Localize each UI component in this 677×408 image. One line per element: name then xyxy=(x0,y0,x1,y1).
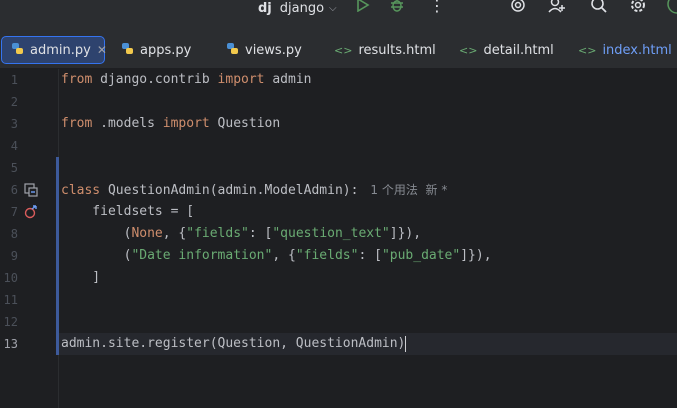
keyword: import xyxy=(217,72,265,87)
html-icon: <> xyxy=(459,43,478,57)
settings-icon[interactable] xyxy=(629,0,647,14)
python-icon xyxy=(226,42,239,58)
line-number: 3 xyxy=(10,117,18,131)
line-number: 7 xyxy=(10,205,18,219)
line-number: 1 xyxy=(10,73,18,87)
code-text: : [ xyxy=(248,226,273,241)
line-number: 10 xyxy=(3,271,18,285)
html-icon: <> xyxy=(578,43,597,57)
override-icon[interactable] xyxy=(24,205,38,219)
main-toolbar: dj django ⌵ ⋮ xyxy=(0,0,677,32)
code-text: , { xyxy=(272,248,296,263)
tab-views-py[interactable]: views.py xyxy=(226,36,302,64)
usage-hint[interactable]: 1 个用法 新 * xyxy=(370,183,447,197)
code-line-7: fieldsets = [ xyxy=(61,204,195,219)
html-icon: <> xyxy=(334,43,353,57)
line-number: 6 xyxy=(10,183,18,197)
python-icon xyxy=(121,42,134,58)
keyword: None xyxy=(131,226,163,241)
tab-results-html[interactable]: <> results.html xyxy=(334,36,436,64)
line-number: 2 xyxy=(10,95,18,109)
module-path: django.contrib xyxy=(92,72,218,87)
keyword: class xyxy=(61,183,101,198)
import-name: admin xyxy=(264,72,312,87)
keyword: from xyxy=(61,72,93,87)
code-line-3: from .models import Question xyxy=(61,113,280,135)
line-number: 8 xyxy=(10,227,18,241)
line-number: 13 xyxy=(3,337,18,351)
code-text: ( xyxy=(61,248,132,263)
module-path: .models xyxy=(92,116,163,131)
tab-admin-py[interactable]: admin.py ✕ xyxy=(1,36,107,64)
code-text: admin.site.register(Question, QuestionAd… xyxy=(61,336,406,351)
tab-label: views.py xyxy=(245,42,302,58)
avatar-icon[interactable] xyxy=(666,0,677,14)
code-line-6: class QuestionAdmin(admin.ModelAdmin): 1 … xyxy=(61,179,447,201)
tab-label: admin.py xyxy=(30,42,91,58)
tab-apps-py[interactable]: apps.py xyxy=(121,36,191,64)
debug-icon[interactable] xyxy=(389,0,405,13)
project-badge: dj xyxy=(258,0,272,16)
string-literal: "question_text" xyxy=(272,226,390,241)
code-text: ( xyxy=(61,226,132,241)
python-icon xyxy=(11,42,24,58)
line-number: 11 xyxy=(3,293,18,307)
tab-detail-html[interactable]: <> detail.html xyxy=(459,36,554,64)
tab-label: index.html xyxy=(602,42,672,58)
line-number: 4 xyxy=(10,139,18,153)
class-declaration: QuestionAdmin(admin.ModelAdmin): xyxy=(100,183,359,198)
code-line-8: (None, {"fields": ["question_text"]}), xyxy=(61,223,421,245)
line-number: 5 xyxy=(10,161,18,175)
code-line-13: admin.site.register(Question, QuestionAd… xyxy=(61,333,407,355)
string-literal: "fields" xyxy=(186,226,249,241)
string-literal: "Date information" xyxy=(131,248,273,263)
string-literal: "pub_date" xyxy=(381,248,461,263)
chevron-down-icon: ⌵ xyxy=(329,2,337,14)
tab-label: results.html xyxy=(358,42,436,58)
run-icon[interactable] xyxy=(356,0,370,12)
keyword: import xyxy=(162,116,210,131)
code-line-10: ] xyxy=(61,270,101,285)
string-literal: "fields" xyxy=(295,248,359,263)
tab-index-html[interactable]: <> index.html xyxy=(578,36,672,64)
add-user-icon[interactable] xyxy=(548,0,566,14)
tab-label: detail.html xyxy=(483,42,554,58)
line-number: 9 xyxy=(10,249,18,263)
spiral-icon[interactable] xyxy=(509,0,527,14)
editor-tabs: admin.py ✕ apps.py views.py <> results.h… xyxy=(0,32,677,69)
keyword: from xyxy=(61,116,93,131)
line-number: 12 xyxy=(3,315,18,329)
code-text: : [ xyxy=(358,248,382,263)
close-icon[interactable]: ✕ xyxy=(97,43,107,57)
import-name: Question xyxy=(209,116,281,131)
code-text: ]}), xyxy=(389,226,422,241)
tab-label: apps.py xyxy=(140,42,192,58)
code-line-1: from django.contrib import admin xyxy=(61,69,311,91)
text-cursor xyxy=(405,335,407,352)
line-gutter: 1 2 3 4 5 6 7 8 9 10 11 12 13 xyxy=(0,69,59,408)
project-name: django xyxy=(279,0,325,16)
implemented-override-icon[interactable] xyxy=(24,183,38,197)
vcs-change-marker xyxy=(56,157,59,355)
project-selector[interactable]: dj django ⌵ xyxy=(258,0,337,16)
code-text: ]}), xyxy=(460,248,492,263)
code-editor[interactable]: from django.contrib import admin from .m… xyxy=(61,69,677,408)
search-icon[interactable] xyxy=(590,0,608,14)
code-line-9: ("Date information", {"fields": ["pub_da… xyxy=(61,245,492,267)
more-icon[interactable]: ⋮ xyxy=(429,0,445,15)
code-text: , { xyxy=(162,226,187,241)
